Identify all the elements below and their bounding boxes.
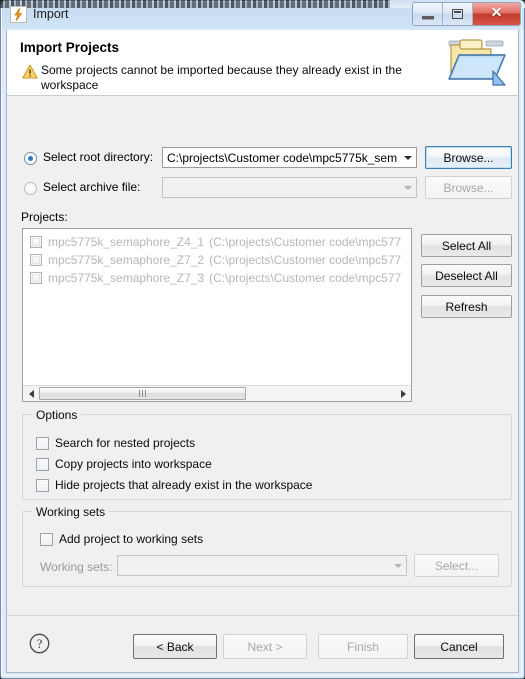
import-wizard-icon (10, 6, 27, 23)
window-controls: ✕ (412, 2, 521, 26)
project-name: mpc5775k_semaphore_Z7_3 (48, 271, 205, 285)
cancel-button[interactable]: Cancel (414, 634, 504, 659)
project-name: mpc5775k_semaphore_Z4_1 (48, 235, 205, 249)
list-item[interactable]: mpc5775k_semaphore_Z4_1 (C:\projects\Cus… (23, 233, 411, 251)
select-working-sets-button: Select... (414, 554, 499, 577)
radio-select-root-directory[interactable] (24, 152, 37, 165)
project-path: (C:\projects\Customer code\mpc577 (209, 271, 402, 285)
list-item[interactable]: mpc5775k_semaphore_Z7_3 (C:\projects\Cus… (23, 269, 411, 287)
checkbox-label: Search for nested projects (55, 436, 196, 450)
dialog-body: Import Projects Some projects cannot be … (6, 30, 519, 673)
project-path: (C:\projects\Customer code\mpc577 (209, 253, 402, 267)
project-path: (C:\projects\Customer code\mpc577 (209, 235, 402, 249)
checkbox-label: Add project to working sets (59, 532, 204, 546)
chevron-down-icon-archive (399, 185, 416, 190)
select-all-button[interactable]: Select All (421, 234, 512, 257)
close-button[interactable]: ✕ (473, 3, 520, 25)
options-group-title: Options (32, 408, 82, 422)
window-title: Import (33, 7, 69, 21)
wizard-header: Import Projects Some projects cannot be … (7, 30, 518, 96)
help-question-icon[interactable]: ? (29, 633, 50, 654)
project-checkbox[interactable] (30, 272, 42, 284)
scrollbar-grip-icon (139, 390, 146, 397)
scroll-left-arrow-icon[interactable] (23, 386, 39, 401)
close-icon: ✕ (490, 6, 503, 21)
checkbox-label: Copy projects into workspace (55, 457, 212, 471)
radio-select-archive-file[interactable] (24, 182, 37, 195)
projects-list[interactable]: mpc5775k_semaphore_Z4_1 (C:\projects\Cus… (22, 228, 412, 402)
back-button[interactable]: < Back (133, 634, 217, 659)
checkbox-search-nested-projects[interactable]: Search for nested projects (36, 436, 195, 450)
browse-archive-file-button: Browse... (425, 176, 512, 199)
browse-root-directory-button[interactable]: Browse... (425, 146, 512, 169)
checkbox-icon[interactable] (36, 478, 49, 492)
chevron-down-icon[interactable] (399, 155, 416, 160)
chevron-down-icon-working-sets (389, 563, 406, 568)
header-message: Some projects cannot be imported because… (41, 63, 402, 92)
warning-triangle-icon (22, 64, 38, 79)
checkbox-label: Hide projects that already exist in the … (55, 478, 313, 492)
checkbox-hide-existing-projects[interactable]: Hide projects that already exist in the … (36, 478, 312, 492)
archive-file-combo (162, 177, 417, 198)
project-name: mpc5775k_semaphore_Z7_2 (48, 253, 205, 267)
checkbox-icon[interactable] (36, 436, 49, 450)
restore-icon (452, 9, 463, 19)
label-select-archive-file: Select archive file: (43, 180, 141, 194)
minimize-button[interactable] (413, 3, 443, 25)
label-select-root-directory: Select root directory: (43, 150, 154, 164)
checkbox-icon[interactable] (40, 532, 53, 546)
project-checkbox[interactable] (30, 254, 42, 266)
list-item[interactable]: mpc5775k_semaphore_Z7_2 (C:\projects\Cus… (23, 251, 411, 269)
scrollbar-track[interactable] (39, 386, 395, 401)
working-sets-field-label: Working sets: (40, 560, 113, 574)
checkbox-copy-projects-into-workspace[interactable]: Copy projects into workspace (36, 457, 212, 471)
footer-separator (7, 615, 518, 616)
checkbox-icon[interactable] (36, 457, 49, 471)
import-dialog-window: Import ✕ Import Projects Some projects c… (0, 0, 525, 679)
projects-label: Projects: (21, 210, 68, 224)
root-directory-combo[interactable]: C:\projects\Customer code\mpc5775k_sem (162, 147, 417, 168)
next-button: Next > (223, 634, 307, 659)
root-directory-value: C:\projects\Customer code\mpc5775k_sem (167, 150, 398, 165)
working-sets-group-title: Working sets (32, 505, 110, 519)
checkbox-add-project-to-working-sets[interactable]: Add project to working sets (40, 532, 203, 546)
scroll-right-arrow-icon[interactable] (395, 386, 411, 401)
open-folder-icon (443, 35, 509, 93)
deselect-all-button[interactable]: Deselect All (421, 264, 512, 287)
svg-text:?: ? (37, 637, 43, 651)
restore-button[interactable] (443, 3, 473, 25)
projects-horizontal-scrollbar[interactable] (23, 385, 411, 401)
scrollbar-thumb[interactable] (39, 387, 246, 400)
title-bar[interactable]: Import ✕ (0, 0, 525, 30)
page-title: Import Projects (20, 40, 120, 55)
project-checkbox[interactable] (30, 236, 42, 248)
working-sets-combo (117, 555, 407, 576)
finish-button: Finish (318, 634, 408, 659)
minimize-icon (421, 15, 434, 20)
refresh-button[interactable]: Refresh (421, 295, 512, 318)
